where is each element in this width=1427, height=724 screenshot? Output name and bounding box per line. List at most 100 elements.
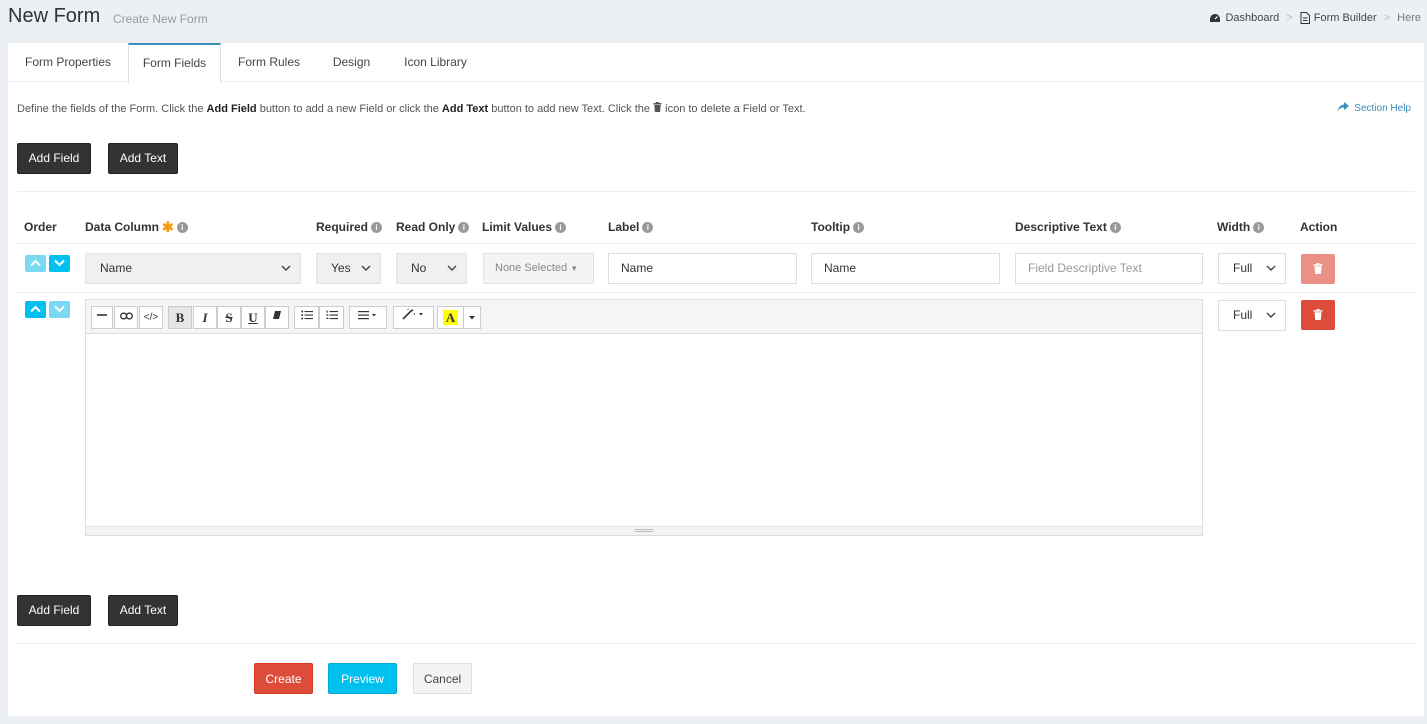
add-text-button[interactable]: Add Text	[108, 595, 178, 626]
width-select[interactable]: Full	[1218, 300, 1286, 331]
column-header-label: Read Only	[396, 220, 456, 234]
info-icon[interactable]: i	[458, 221, 470, 233]
chevron-down-icon	[361, 265, 371, 271]
unordered-list-button[interactable]	[294, 306, 319, 329]
editor-content-area[interactable]	[86, 335, 1202, 526]
bold-button[interactable]: B	[168, 306, 192, 329]
add-text-button[interactable]: Add Text	[108, 143, 178, 174]
column-header-order: Order	[24, 220, 57, 234]
form-fields-panel: Form Properties Form Fields Form Rules D…	[8, 43, 1424, 716]
trash-icon	[653, 102, 662, 115]
label-input[interactable]: Name	[608, 253, 797, 284]
info-icon[interactable]: i	[371, 221, 383, 233]
section-help-label: Section Help	[1354, 103, 1411, 114]
tab-form-fields[interactable]: Form Fields	[128, 43, 221, 83]
column-header-label: Width	[1217, 220, 1251, 234]
link-icon	[119, 312, 133, 320]
add-field-button[interactable]: Add Field	[17, 143, 91, 174]
paragraph-align-button[interactable]	[349, 306, 387, 329]
link-button[interactable]	[114, 306, 138, 329]
info-icon[interactable]: i	[176, 221, 188, 233]
tab-form-properties[interactable]: Form Properties	[8, 43, 128, 82]
italic-icon: I	[202, 310, 208, 325]
breadcrumb-current: Here	[1397, 12, 1421, 25]
text-color-button[interactable]: A	[437, 306, 464, 329]
width-select[interactable]: Full	[1218, 253, 1286, 284]
info-icon[interactable]: i	[1109, 221, 1121, 233]
ordered-list-button[interactable]	[319, 306, 344, 329]
required-value: Yes	[331, 261, 351, 275]
editor-toolbar: </> B I S U A	[86, 300, 1202, 334]
delete-field-button[interactable]	[1301, 254, 1335, 284]
info-icon[interactable]: i	[853, 221, 865, 233]
editor-resize-handle[interactable]	[86, 526, 1202, 535]
bold-icon: B	[175, 310, 185, 325]
chevron-down-icon	[1266, 265, 1276, 271]
delete-text-button[interactable]	[1301, 300, 1335, 330]
tooltip-value: Name	[824, 261, 857, 275]
style-button[interactable]	[393, 306, 434, 329]
column-header-label: Order	[24, 220, 57, 234]
move-up-button[interactable]	[25, 301, 46, 318]
chevron-down-icon	[54, 259, 65, 267]
width-value: Full	[1233, 261, 1253, 275]
column-header-width: Width i	[1217, 220, 1265, 234]
create-button[interactable]: Create	[254, 663, 313, 694]
column-header-label: Action	[1300, 220, 1338, 234]
dashboard-icon	[1209, 12, 1221, 24]
hr-icon	[97, 314, 107, 316]
chevron-down-icon	[54, 305, 65, 313]
tab-bar: Form Properties Form Fields Form Rules D…	[8, 43, 1424, 83]
breadcrumb-dashboard-link[interactable]: Dashboard	[1225, 12, 1279, 24]
cancel-button[interactable]: Cancel	[413, 663, 472, 694]
column-header-read-only: Read Only i	[396, 220, 470, 234]
breadcrumb-separator: >	[1286, 12, 1293, 25]
breadcrumb-form-builder-link[interactable]: Form Builder	[1314, 12, 1377, 24]
column-header-required: Required i	[316, 220, 383, 234]
column-header-descriptive-text: Descriptive Text i	[1015, 220, 1121, 234]
page-subtitle: Create New Form	[113, 12, 208, 26]
clear-format-button[interactable]	[265, 306, 289, 329]
tab-design[interactable]: Design	[319, 43, 384, 82]
read-only-select[interactable]: No	[396, 253, 467, 284]
strikethrough-button[interactable]: S	[217, 306, 241, 329]
tab-form-rules[interactable]: Form Rules	[226, 43, 312, 82]
hr-button[interactable]	[91, 306, 113, 329]
column-header-label: Tooltip	[811, 220, 851, 234]
preview-button[interactable]: Preview	[328, 663, 397, 694]
required-select[interactable]: Yes	[316, 253, 381, 284]
align-icon	[358, 311, 376, 320]
limit-values-multiselect[interactable]: None Selected ▼	[483, 253, 594, 284]
italic-button[interactable]: I	[193, 306, 217, 329]
section-help-link[interactable]: Section Help	[1337, 102, 1411, 115]
caret-down-icon: ▼	[570, 264, 579, 273]
move-up-button[interactable]	[25, 255, 46, 272]
add-field-button[interactable]: Add Field	[17, 595, 91, 626]
move-down-button[interactable]	[49, 301, 70, 318]
move-down-button[interactable]	[49, 255, 70, 272]
tooltip-input[interactable]: Name	[811, 253, 1000, 284]
style-magic-icon	[401, 308, 423, 320]
info-icon[interactable]: i	[642, 221, 654, 233]
descriptive-text-input[interactable]: Field Descriptive Text	[1015, 253, 1203, 284]
instructions-part: button to add a new Field or click the	[256, 103, 442, 115]
tab-icon-library[interactable]: Icon Library	[392, 43, 479, 82]
instructions-text: Define the fields of the Form. Click the…	[17, 102, 806, 115]
info-icon[interactable]: i	[555, 221, 567, 233]
info-icon[interactable]: i	[1253, 221, 1265, 233]
file-icon	[1300, 12, 1310, 25]
column-header-tooltip: Tooltip i	[811, 220, 865, 234]
text-color-dropdown-button[interactable]	[463, 306, 481, 329]
text-color-label: A	[445, 310, 456, 325]
breadcrumb-separator: >	[1383, 12, 1391, 25]
data-column-select[interactable]: Name	[85, 253, 301, 284]
column-header-limit-values: Limit Values i	[482, 220, 567, 234]
column-header-label: Limit Values	[482, 220, 553, 234]
column-header-label: Label	[608, 220, 640, 234]
width-value: Full	[1233, 308, 1253, 322]
chevron-down-icon	[447, 265, 457, 271]
underline-button[interactable]: U	[241, 306, 265, 329]
instructions-part: icon to delete a Field or Text.	[662, 103, 806, 115]
code-view-button[interactable]: </>	[139, 306, 163, 329]
divider	[17, 292, 1415, 293]
